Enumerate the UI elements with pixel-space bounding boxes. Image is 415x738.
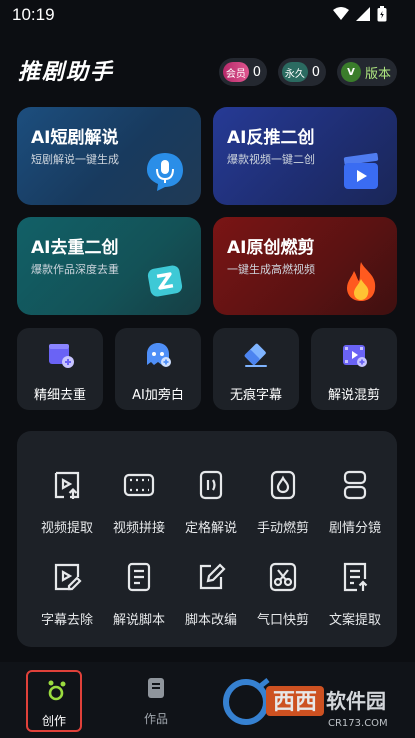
tool-ai-narration[interactable]: AI加旁白: [115, 328, 201, 410]
card-subtitle: 一键生成高燃视频: [227, 263, 315, 276]
flame-outline-icon: [270, 470, 296, 500]
tab-label: 创作: [41, 714, 66, 728]
microphone-icon: [147, 153, 183, 191]
card-title: AI原创燃剪: [227, 238, 315, 258]
eraser-icon: [244, 343, 267, 367]
app-header: 推剧助手 会员 0 永久 0 V 版本: [0, 48, 415, 92]
permanent-label: 永久: [282, 62, 308, 82]
tool-narration-mix[interactable]: 解说混剪: [311, 328, 397, 410]
grid-item-label: 文案提取: [328, 613, 381, 628]
battery-icon: [377, 6, 387, 22]
grid-item-label: 脚本改编: [184, 613, 237, 628]
status-time: 10:19: [12, 5, 55, 24]
flame-icon: [347, 262, 376, 301]
card-subtitle: 爆款作品深度去重: [31, 263, 119, 276]
grid-item-copy-extract[interactable]: 文案提取: [319, 561, 391, 641]
card-ai-drama-narration[interactable]: AI短剧解说 短剧解说一键生成: [17, 107, 201, 205]
grid-item-script-adapt[interactable]: 脚本改编: [175, 561, 247, 641]
storyboard-icon: [343, 470, 367, 500]
tab-label: 作品: [143, 712, 168, 726]
edit-icon: [199, 563, 226, 590]
grid-item-manual-hype-edit[interactable]: 手动燃剪: [247, 469, 319, 549]
watermark-text-xixi: 西西: [273, 690, 317, 715]
permanent-count: 0: [311, 64, 320, 80]
tool-label: 解说混剪: [327, 388, 380, 403]
grid-item-label: 视频拼接: [112, 521, 165, 536]
tool-label: 无痕字幕: [229, 388, 282, 403]
tool-seamless-subtitle[interactable]: 无痕字幕: [213, 328, 299, 410]
version-badge[interactable]: V 版本: [337, 58, 397, 86]
tools-grid-panel: 视频提取 视频拼接 定格解说 手动燃剪 剧情分镜 字幕去除 解说脚本 脚本改编 …: [17, 431, 397, 647]
grid-item-breath-quick-cut[interactable]: 气口快剪: [247, 561, 319, 641]
video-plus-icon: [49, 344, 74, 368]
works-icon: [148, 678, 164, 698]
film-mix-icon: [343, 345, 367, 367]
card-subtitle: 爆款视频一键二创: [227, 153, 315, 166]
permanent-badge[interactable]: 永久 0: [278, 58, 326, 86]
grid-item-freeze-narration[interactable]: 定格解说: [175, 469, 247, 549]
member-count: 0: [252, 64, 261, 80]
tool-label: 精细去重: [33, 388, 86, 403]
watermark-text-software: 软件园: [326, 689, 386, 713]
card-ai-dedup-remix[interactable]: AI去重二创 爆款作品深度去重: [17, 217, 201, 315]
page-title: 推剧助手: [18, 60, 115, 85]
card-title: AI去重二创: [31, 238, 119, 258]
watermark-text-domain: CR173.COM: [328, 718, 388, 729]
grid-item-video-stitch[interactable]: 视频拼接: [103, 469, 175, 549]
film-strip-icon: [123, 473, 155, 497]
card-title: AI反推二创: [227, 128, 315, 148]
member-badge[interactable]: 会员 0: [219, 58, 267, 86]
grid-item-plot-storyboard[interactable]: 剧情分镜: [319, 469, 391, 549]
grid-item-label: 字幕去除: [40, 613, 93, 628]
doc-extract-icon: [343, 562, 368, 592]
scissors-icon: [269, 562, 297, 592]
grid-item-label: 气口快剪: [256, 613, 309, 628]
cr173-watermark: 西西 软件园 CR173.COM: [223, 678, 388, 729]
tab-works[interactable]: 作品: [128, 670, 184, 732]
script-doc-icon: [127, 562, 151, 592]
tool-label: AI加旁白: [132, 388, 184, 403]
clapperboard-icon: [343, 152, 379, 189]
grid-item-narration-script[interactable]: 解说脚本: [103, 561, 175, 641]
status-icons: [333, 6, 387, 22]
version-label: 版本: [365, 66, 392, 82]
grid-item-label: 定格解说: [184, 521, 237, 536]
grid-item-label: 剧情分镜: [328, 521, 381, 536]
grid-item-video-extract[interactable]: 视频提取: [31, 469, 103, 549]
card-title: AI短剧解说: [31, 128, 119, 148]
chat-ghost-icon: [147, 343, 171, 367]
tab-create[interactable]: 创作: [26, 670, 82, 732]
grid-item-subtitle-removal[interactable]: 字幕去除: [31, 561, 103, 641]
card-ai-reverse-remix[interactable]: AI反推二创 爆款视频一键二创: [213, 107, 397, 205]
grid-item-label: 视频提取: [40, 521, 93, 536]
video-extract-icon: [54, 471, 80, 499]
signal-icon: [356, 7, 370, 21]
version-v-icon: V: [341, 62, 361, 82]
card-subtitle: 短剧解说一键生成: [31, 153, 119, 166]
status-bar: 10:19: [0, 0, 415, 32]
member-label: 会员: [223, 62, 249, 82]
tool-fine-dedup[interactable]: 精细去重: [17, 328, 103, 410]
freeze-frame-icon: [199, 470, 223, 500]
grid-item-label: 手动燃剪: [256, 521, 309, 536]
wifi-icon: [333, 7, 349, 20]
grid-item-label: 解说脚本: [112, 613, 165, 628]
card-ai-original-hype-edit[interactable]: AI原创燃剪 一键生成高燃视频: [213, 217, 397, 315]
subtitle-remove-icon: [54, 563, 82, 591]
z-badge-icon: [147, 265, 183, 297]
create-icon: [48, 680, 66, 701]
